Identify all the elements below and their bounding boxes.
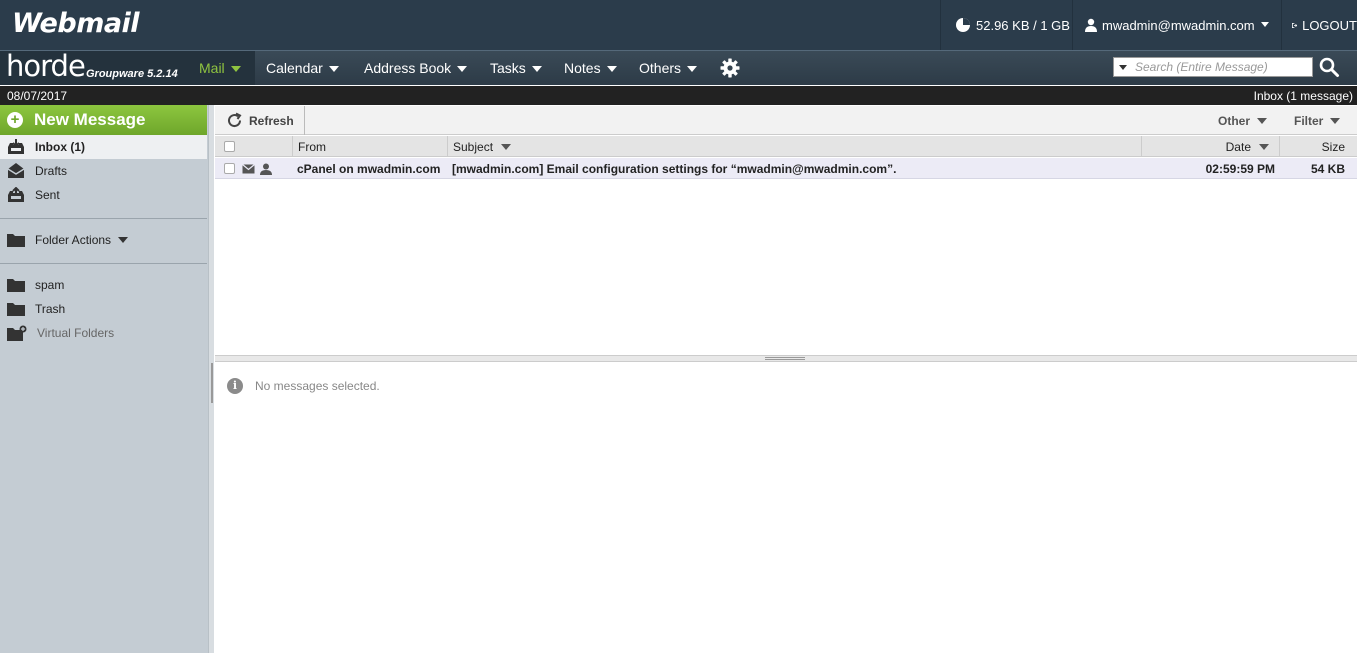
unread-envelope-icon <box>242 158 255 179</box>
sent-icon <box>8 187 24 202</box>
new-message-button[interactable]: + New Message <box>0 105 207 135</box>
folder-spam[interactable]: spam <box>0 273 207 297</box>
message-from: cPanel on mwadmin.com <box>297 161 441 176</box>
folder-virtual-folders[interactable]: Virtual Folders <box>0 321 207 345</box>
row-checkbox[interactable] <box>224 163 235 174</box>
nav-notes[interactable]: Notes <box>554 51 627 85</box>
gear-icon[interactable] <box>720 58 740 78</box>
nav-address-book[interactable]: Address Book <box>354 51 477 85</box>
message-subject: [mwadmin.com] Email configuration settin… <box>452 161 897 176</box>
column-date[interactable]: Date <box>1141 136 1279 157</box>
message-date: 02:59:59 PM <box>1205 161 1275 176</box>
user-email: mwadmin@mwadmin.com <box>1102 17 1255 33</box>
folder-icon <box>7 303 25 316</box>
user-icon <box>1085 18 1097 32</box>
pie-chart-icon <box>956 18 970 32</box>
search-icon[interactable] <box>1318 56 1340 78</box>
column-subject[interactable]: Subject <box>447 136 1141 157</box>
message-list-header: From Subject Date Size <box>215 136 1357 157</box>
other-menu-button[interactable]: Other <box>1218 106 1268 135</box>
sidebar-resize-handle[interactable] <box>208 105 214 653</box>
chevron-down-icon <box>1330 117 1341 124</box>
virtual-folder-icon <box>7 325 27 341</box>
column-size[interactable]: Size <box>1279 136 1357 157</box>
folder-label: Inbox (1) <box>35 140 85 154</box>
chevron-down-icon <box>687 66 698 72</box>
empty-preview-notice: i No messages selected. <box>227 378 380 394</box>
user-menu[interactable]: mwadmin@mwadmin.com <box>1072 0 1281 50</box>
refresh-button[interactable]: Refresh <box>215 106 305 135</box>
plus-icon: + <box>7 112 23 128</box>
drafts-icon <box>7 163 25 178</box>
current-date: 08/07/2017 <box>7 89 68 103</box>
folder-label: Sent <box>35 188 60 202</box>
grip-icon <box>765 357 805 360</box>
search-input[interactable] <box>1135 60 1305 74</box>
status-bar: 08/07/2017 Inbox (1 message) <box>0 86 1357 105</box>
folder-inbox[interactable]: Inbox (1) <box>0 135 207 159</box>
chevron-down-icon <box>328 66 339 72</box>
empty-preview-text: No messages selected. <box>255 379 380 393</box>
sort-chevron-icon <box>501 143 512 150</box>
chevron-down-icon <box>606 66 617 72</box>
horde-logo[interactable]: horde Groupware 5.2.14 <box>0 49 189 85</box>
divider <box>0 218 207 219</box>
select-all-column <box>215 136 292 157</box>
message-list <box>215 179 1357 355</box>
logout-icon <box>1292 22 1298 28</box>
nav-calendar[interactable]: Calendar <box>256 51 349 85</box>
refresh-label: Refresh <box>249 113 294 128</box>
folder-icon <box>7 279 25 292</box>
nav-mail[interactable]: Mail <box>189 51 255 85</box>
nav-bar: horde Groupware 5.2.14 Mail Calendar Add… <box>0 49 1357 85</box>
select-all-checkbox[interactable] <box>224 141 235 152</box>
contact-icon <box>260 158 272 179</box>
top-bar: Webmail 52.96 KB / 1 GB mwadmin@mwadmin.… <box>0 0 1357 50</box>
chevron-down-icon <box>230 66 241 72</box>
chevron-down-icon <box>1257 117 1268 124</box>
search-box <box>1113 57 1313 77</box>
chevron-down-icon <box>1261 22 1269 27</box>
folder-actions-label: Folder Actions <box>35 233 112 247</box>
folder-label: Drafts <box>35 164 68 178</box>
column-from[interactable]: From <box>292 136 447 157</box>
logout-button[interactable]: LOGOUT <box>1281 0 1357 50</box>
sidebar: + New Message Inbox (1) Drafts Sent Fold… <box>0 105 208 653</box>
message-size: 54 KB <box>1310 161 1345 176</box>
filter-menu-button[interactable]: Filter <box>1294 106 1341 135</box>
webmail-logo: Webmail <box>12 8 140 39</box>
folder-drafts[interactable]: Drafts <box>0 159 207 183</box>
table-row[interactable]: cPanel on mwadmin.com [mwadmin.com] Emai… <box>215 158 1357 179</box>
folder-icon <box>7 234 25 247</box>
horde-version: Groupware 5.2.14 <box>86 68 178 80</box>
row-select <box>224 158 235 179</box>
refresh-icon <box>228 112 242 128</box>
nav-tasks[interactable]: Tasks <box>480 51 552 85</box>
inbox-icon <box>8 139 24 154</box>
folder-trash[interactable]: Trash <box>0 297 207 321</box>
nav-others[interactable]: Others <box>629 51 707 85</box>
preview-resize-handle[interactable] <box>215 355 1357 362</box>
folder-actions-menu[interactable]: Folder Actions <box>0 228 207 252</box>
quota-text: 52.96 KB / 1 GB <box>976 17 1070 33</box>
search-scope-dropdown-icon[interactable] <box>1119 64 1127 70</box>
chevron-down-icon <box>118 237 129 243</box>
folder-label: spam <box>35 278 65 292</box>
message-toolbar: Refresh Other Filter <box>215 106 1357 135</box>
quota-indicator[interactable]: 52.96 KB / 1 GB <box>940 0 1072 50</box>
folder-label: Trash <box>35 302 66 316</box>
new-message-label: New Message <box>34 110 146 129</box>
sort-chevron-icon <box>1259 143 1269 150</box>
chevron-down-icon <box>531 66 542 72</box>
horde-wordmark: horde <box>6 49 86 83</box>
chevron-down-icon <box>457 66 468 72</box>
preview-pane: i No messages selected. <box>215 363 1357 653</box>
folder-sent[interactable]: Sent <box>0 183 207 207</box>
mailbox-status: Inbox (1 message) <box>1253 89 1353 103</box>
grip-icon <box>211 363 213 403</box>
info-icon: i <box>227 378 243 394</box>
folder-label: Virtual Folders <box>37 326 115 340</box>
divider <box>0 263 207 264</box>
logout-label: LOGOUT <box>1302 17 1357 33</box>
